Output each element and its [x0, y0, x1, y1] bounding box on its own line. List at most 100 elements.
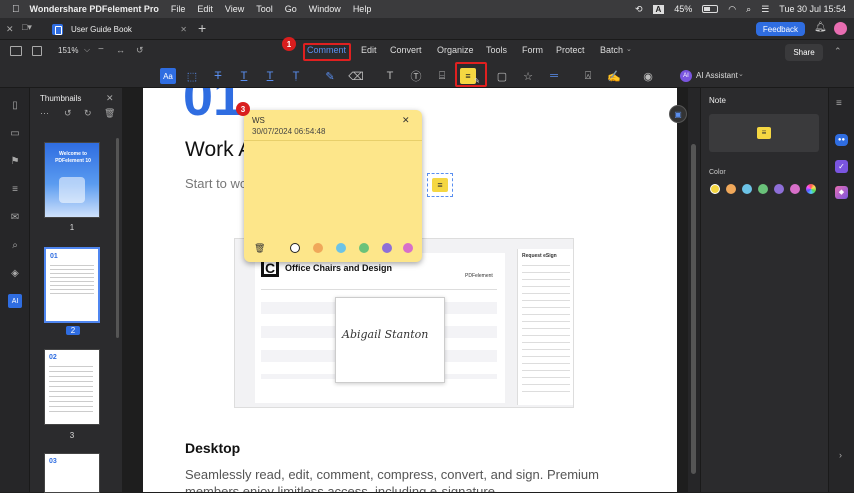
- note-color-purple[interactable]: [382, 243, 392, 253]
- check-ai-icon[interactable]: ✓: [835, 160, 848, 173]
- properties-icon[interactable]: ≡: [836, 98, 842, 109]
- tab-tools[interactable]: Tools: [486, 45, 507, 55]
- color-swatch-blue[interactable]: [742, 184, 752, 194]
- rotate-icon[interactable]: ↺: [136, 45, 144, 56]
- tab-form[interactable]: Form: [522, 45, 543, 55]
- stamp-icon[interactable]: ⍓: [580, 68, 596, 84]
- chat-ai-icon[interactable]: ●●: [835, 134, 848, 146]
- rotate-right-icon[interactable]: ↻: [84, 108, 92, 119]
- search-icon[interactable]: ⌕: [746, 4, 751, 15]
- input-source-icon[interactable]: A: [652, 4, 665, 14]
- color-swatch-pink[interactable]: [790, 184, 800, 194]
- menu-view[interactable]: View: [225, 4, 244, 14]
- menu-file[interactable]: File: [171, 4, 186, 14]
- note-color-pink[interactable]: [403, 243, 413, 253]
- signature-icon[interactable]: ✍: [606, 68, 622, 84]
- delete-page-icon[interactable]: 🗑︎: [104, 108, 115, 119]
- page-thumbnail-1[interactable]: Welcome to PDFelement 10: [44, 142, 100, 218]
- color-swatch-green[interactable]: [758, 184, 768, 194]
- delete-note-icon[interactable]: 🗑︎: [254, 243, 265, 254]
- underline-text-icon[interactable]: T: [262, 68, 278, 84]
- fit-width-icon[interactable]: ↔: [116, 45, 125, 55]
- close-thumbnails-icon[interactable]: ✕: [106, 93, 114, 104]
- document-scrollbar[interactable]: [688, 88, 700, 492]
- note-text-area[interactable]: [252, 144, 414, 234]
- notification-bell-icon[interactable]: 🔔︎: [814, 22, 827, 33]
- page-thumbnail-4[interactable]: 03: [44, 453, 100, 493]
- feedback-button[interactable]: Feedback: [756, 22, 805, 36]
- shape-icon[interactable]: ▢: [494, 68, 510, 84]
- measure-icon[interactable]: ═: [546, 68, 562, 84]
- text-box-icon[interactable]: T: [382, 68, 398, 84]
- note-color-white[interactable]: [290, 243, 300, 253]
- tab-organize[interactable]: Organize: [437, 45, 474, 55]
- new-tab-button[interactable]: +: [198, 20, 206, 36]
- user-avatar[interactable]: [834, 22, 847, 35]
- share-button[interactable]: Share: [785, 44, 823, 61]
- menu-help[interactable]: Help: [353, 4, 372, 14]
- menu-tool[interactable]: Tool: [256, 4, 273, 14]
- layers-list-icon[interactable]: ≡: [8, 182, 22, 196]
- note-type-preview[interactable]: ≡: [709, 114, 819, 152]
- custom-color-picker[interactable]: [806, 184, 816, 194]
- control-center-icon[interactable]: ☰: [761, 4, 769, 15]
- app-menu[interactable]: Wondershare PDFelement Pro: [30, 4, 159, 14]
- text-comment-icon[interactable]: Aa: [160, 68, 176, 84]
- gradient-ai-icon[interactable]: ◆: [835, 186, 848, 199]
- search-panel-icon[interactable]: ⌕: [8, 238, 22, 252]
- thumbnail-scrollbar[interactable]: [116, 138, 119, 338]
- battery-icon[interactable]: [702, 5, 719, 13]
- attachment-icon[interactable]: ✉: [8, 210, 22, 224]
- close-window-icon[interactable]: ✕: [6, 24, 16, 34]
- close-note-icon[interactable]: ✕: [402, 115, 410, 126]
- menu-go[interactable]: Go: [285, 4, 297, 14]
- caret-text-icon[interactable]: Ṭ: [288, 68, 304, 84]
- collapse-toolbar-icon[interactable]: ⌃: [834, 46, 842, 57]
- area-highlight-icon[interactable]: ⬚: [184, 68, 200, 84]
- zoom-out-icon[interactable]: −: [98, 44, 104, 55]
- window-menu-icon[interactable]: □▾: [22, 22, 42, 36]
- note-color-green[interactable]: [359, 243, 369, 253]
- strikethrough-icon[interactable]: T: [210, 68, 226, 84]
- page-thumbnail-2[interactable]: 01: [44, 247, 100, 323]
- layers-icon[interactable]: ◈: [8, 266, 22, 280]
- page-thumbnail-3[interactable]: 02: [44, 349, 100, 425]
- ai-assistant-button[interactable]: AI Assistant: [696, 71, 738, 80]
- pencil-icon[interactable]: ✎: [322, 68, 338, 84]
- menu-window[interactable]: Window: [309, 4, 341, 14]
- zoom-dropdown-icon[interactable]: ⌵: [84, 45, 90, 55]
- note-color-blue[interactable]: [336, 243, 346, 253]
- rotate-left-icon[interactable]: ↺: [64, 108, 72, 119]
- note-color-orange[interactable]: [313, 243, 323, 253]
- expand-panel-icon[interactable]: ›: [839, 450, 842, 460]
- tab-protect[interactable]: Protect: [556, 45, 585, 55]
- ai-sidebar-icon[interactable]: AI: [8, 294, 22, 308]
- ai-assistant-icon[interactable]: AI: [680, 70, 692, 82]
- more-options-icon[interactable]: ⋯: [40, 108, 49, 119]
- comment-list-icon[interactable]: ▭: [8, 126, 22, 140]
- color-swatch-yellow[interactable]: [710, 184, 720, 194]
- callout-icon[interactable]: Ⓣ: [408, 68, 424, 84]
- sticky-note-marker[interactable]: ≡: [427, 173, 453, 197]
- text-field-icon[interactable]: ⌸: [434, 68, 450, 84]
- page-view-icon[interactable]: [32, 46, 42, 56]
- document-tab[interactable]: User Guide Book ✕: [52, 21, 187, 38]
- color-swatch-orange[interactable]: [726, 184, 736, 194]
- apple-icon[interactable]: : [12, 4, 20, 15]
- menu-edit[interactable]: Edit: [197, 4, 213, 14]
- tab-convert[interactable]: Convert: [390, 45, 422, 55]
- show-comments-icon[interactable]: ◉: [640, 68, 656, 84]
- color-swatch-purple[interactable]: [774, 184, 784, 194]
- zoom-level[interactable]: 151%: [58, 46, 78, 55]
- sticky-note-popup[interactable]: WS 30/07/2024 06:54:48 ✕ 🗑︎: [244, 110, 422, 262]
- scrollbar-thumb[interactable]: [691, 144, 696, 474]
- tab-edit[interactable]: Edit: [361, 45, 377, 55]
- stamp-shape-icon[interactable]: ☆: [520, 68, 536, 84]
- floating-ai-button[interactable]: ▣: [669, 105, 687, 123]
- bookmark-icon[interactable]: ⚑: [8, 154, 22, 168]
- page-icon[interactable]: ▯: [8, 98, 22, 112]
- wifi-icon[interactable]: ◠: [728, 4, 736, 15]
- eraser-icon[interactable]: ⌫: [348, 68, 364, 84]
- clock[interactable]: Tue 30 Jul 15:54: [779, 4, 846, 14]
- tab-batch[interactable]: Batch: [600, 45, 623, 55]
